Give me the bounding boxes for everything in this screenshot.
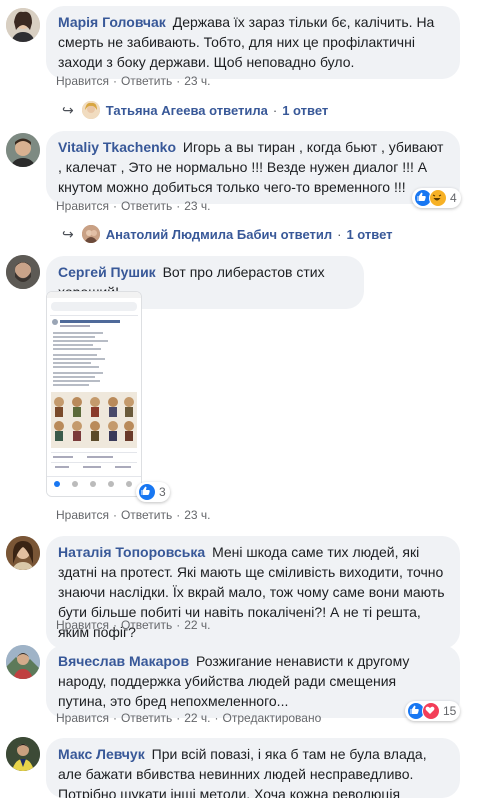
timestamp[interactable]: 23 ч. [184, 508, 210, 522]
comment-actions: Нравится · Ответить · 23 ч. [56, 508, 211, 522]
reply-count: 1 ответ [282, 102, 329, 118]
reply-link[interactable]: Ответить [121, 199, 172, 213]
reply-count: 1 ответ [346, 226, 393, 242]
haha-reaction-icon [429, 189, 447, 207]
comment-actions: Нравится · Ответить · 22 ч. · Отредактировано [56, 711, 322, 725]
comment-author[interactable]: Макс Левчук [58, 746, 145, 762]
reply-arrow-icon: ↪ [62, 101, 74, 118]
like-link[interactable]: Нравится [56, 711, 109, 725]
avatar[interactable] [6, 645, 40, 679]
reply-link[interactable]: Ответить [121, 711, 172, 725]
reactions-summary[interactable]: 3 [136, 482, 170, 502]
reply-arrow-icon: ↪ [62, 225, 74, 242]
reply-link[interactable]: Ответить [121, 618, 172, 632]
reply-link[interactable]: Ответить [121, 74, 172, 88]
avatar[interactable] [6, 8, 40, 42]
reaction-count: 4 [450, 191, 457, 205]
reaction-count: 3 [159, 485, 166, 499]
love-reaction-icon [422, 702, 440, 720]
attached-screenshot-image[interactable] [46, 291, 142, 497]
reply-author: Анатолий Людмила Бабич ответил [105, 226, 333, 242]
timestamp[interactable]: 23 ч. [184, 199, 210, 213]
like-link[interactable]: Нравится [56, 199, 109, 213]
avatar[interactable] [6, 133, 40, 167]
comment-bubble: Vitaliy Tkachenko Игорь а вы тиран , ког… [46, 131, 460, 204]
comment-bubble: Макс Левчук При всій повазі, і яка б там… [46, 738, 460, 798]
comment-bubble: Вячеслав Макаров Розжигание ненависти к … [46, 645, 460, 718]
edited-label[interactable]: Отредактировано [223, 711, 322, 725]
comment-author[interactable]: Vitaliy Tkachenko [58, 139, 176, 155]
like-reaction-icon [138, 483, 156, 501]
replies-link[interactable]: ↪ Татьяна Агеева ответила · 1 ответ [62, 101, 328, 119]
avatar[interactable] [6, 737, 40, 771]
reply-author: Татьяна Агеева ответила [105, 102, 268, 118]
reaction-count: 15 [443, 704, 457, 718]
comment-author[interactable]: Сергей Пушик [58, 264, 156, 280]
avatar[interactable] [6, 536, 40, 570]
like-link[interactable]: Нравится [56, 508, 109, 522]
reactions-summary[interactable]: 15 [405, 701, 461, 721]
comment-bubble: Наталія Топоровська Мені шкода саме тих … [46, 536, 460, 649]
like-link[interactable]: Нравится [56, 618, 109, 632]
timestamp[interactable]: 22 ч. [184, 711, 210, 725]
comment-author[interactable]: Наталія Топоровська [58, 544, 205, 560]
reactions-summary[interactable]: 4 [412, 188, 461, 208]
timestamp[interactable]: 22 ч. [184, 618, 210, 632]
avatar[interactable] [6, 255, 40, 289]
reply-link[interactable]: Ответить [121, 508, 172, 522]
avatar [81, 225, 100, 243]
avatar [81, 101, 100, 119]
comment-author[interactable]: Вячеслав Макаров [58, 653, 189, 669]
comment-author[interactable]: Марія Головчак [58, 14, 166, 30]
comment-actions: Нравится · Ответить · 23 ч. [56, 199, 211, 213]
replies-link[interactable]: ↪ Анатолий Людмила Бабич ответил · 1 отв… [62, 225, 393, 243]
like-link[interactable]: Нравится [56, 74, 109, 88]
comment-actions: Нравится · Ответить · 23 ч. [56, 74, 211, 88]
comment-actions: Нравится · Ответить · 22 ч. [56, 618, 211, 632]
timestamp[interactable]: 23 ч. [184, 74, 210, 88]
comment-bubble: Марія Головчак Держава їх зараз тільки б… [46, 6, 460, 79]
